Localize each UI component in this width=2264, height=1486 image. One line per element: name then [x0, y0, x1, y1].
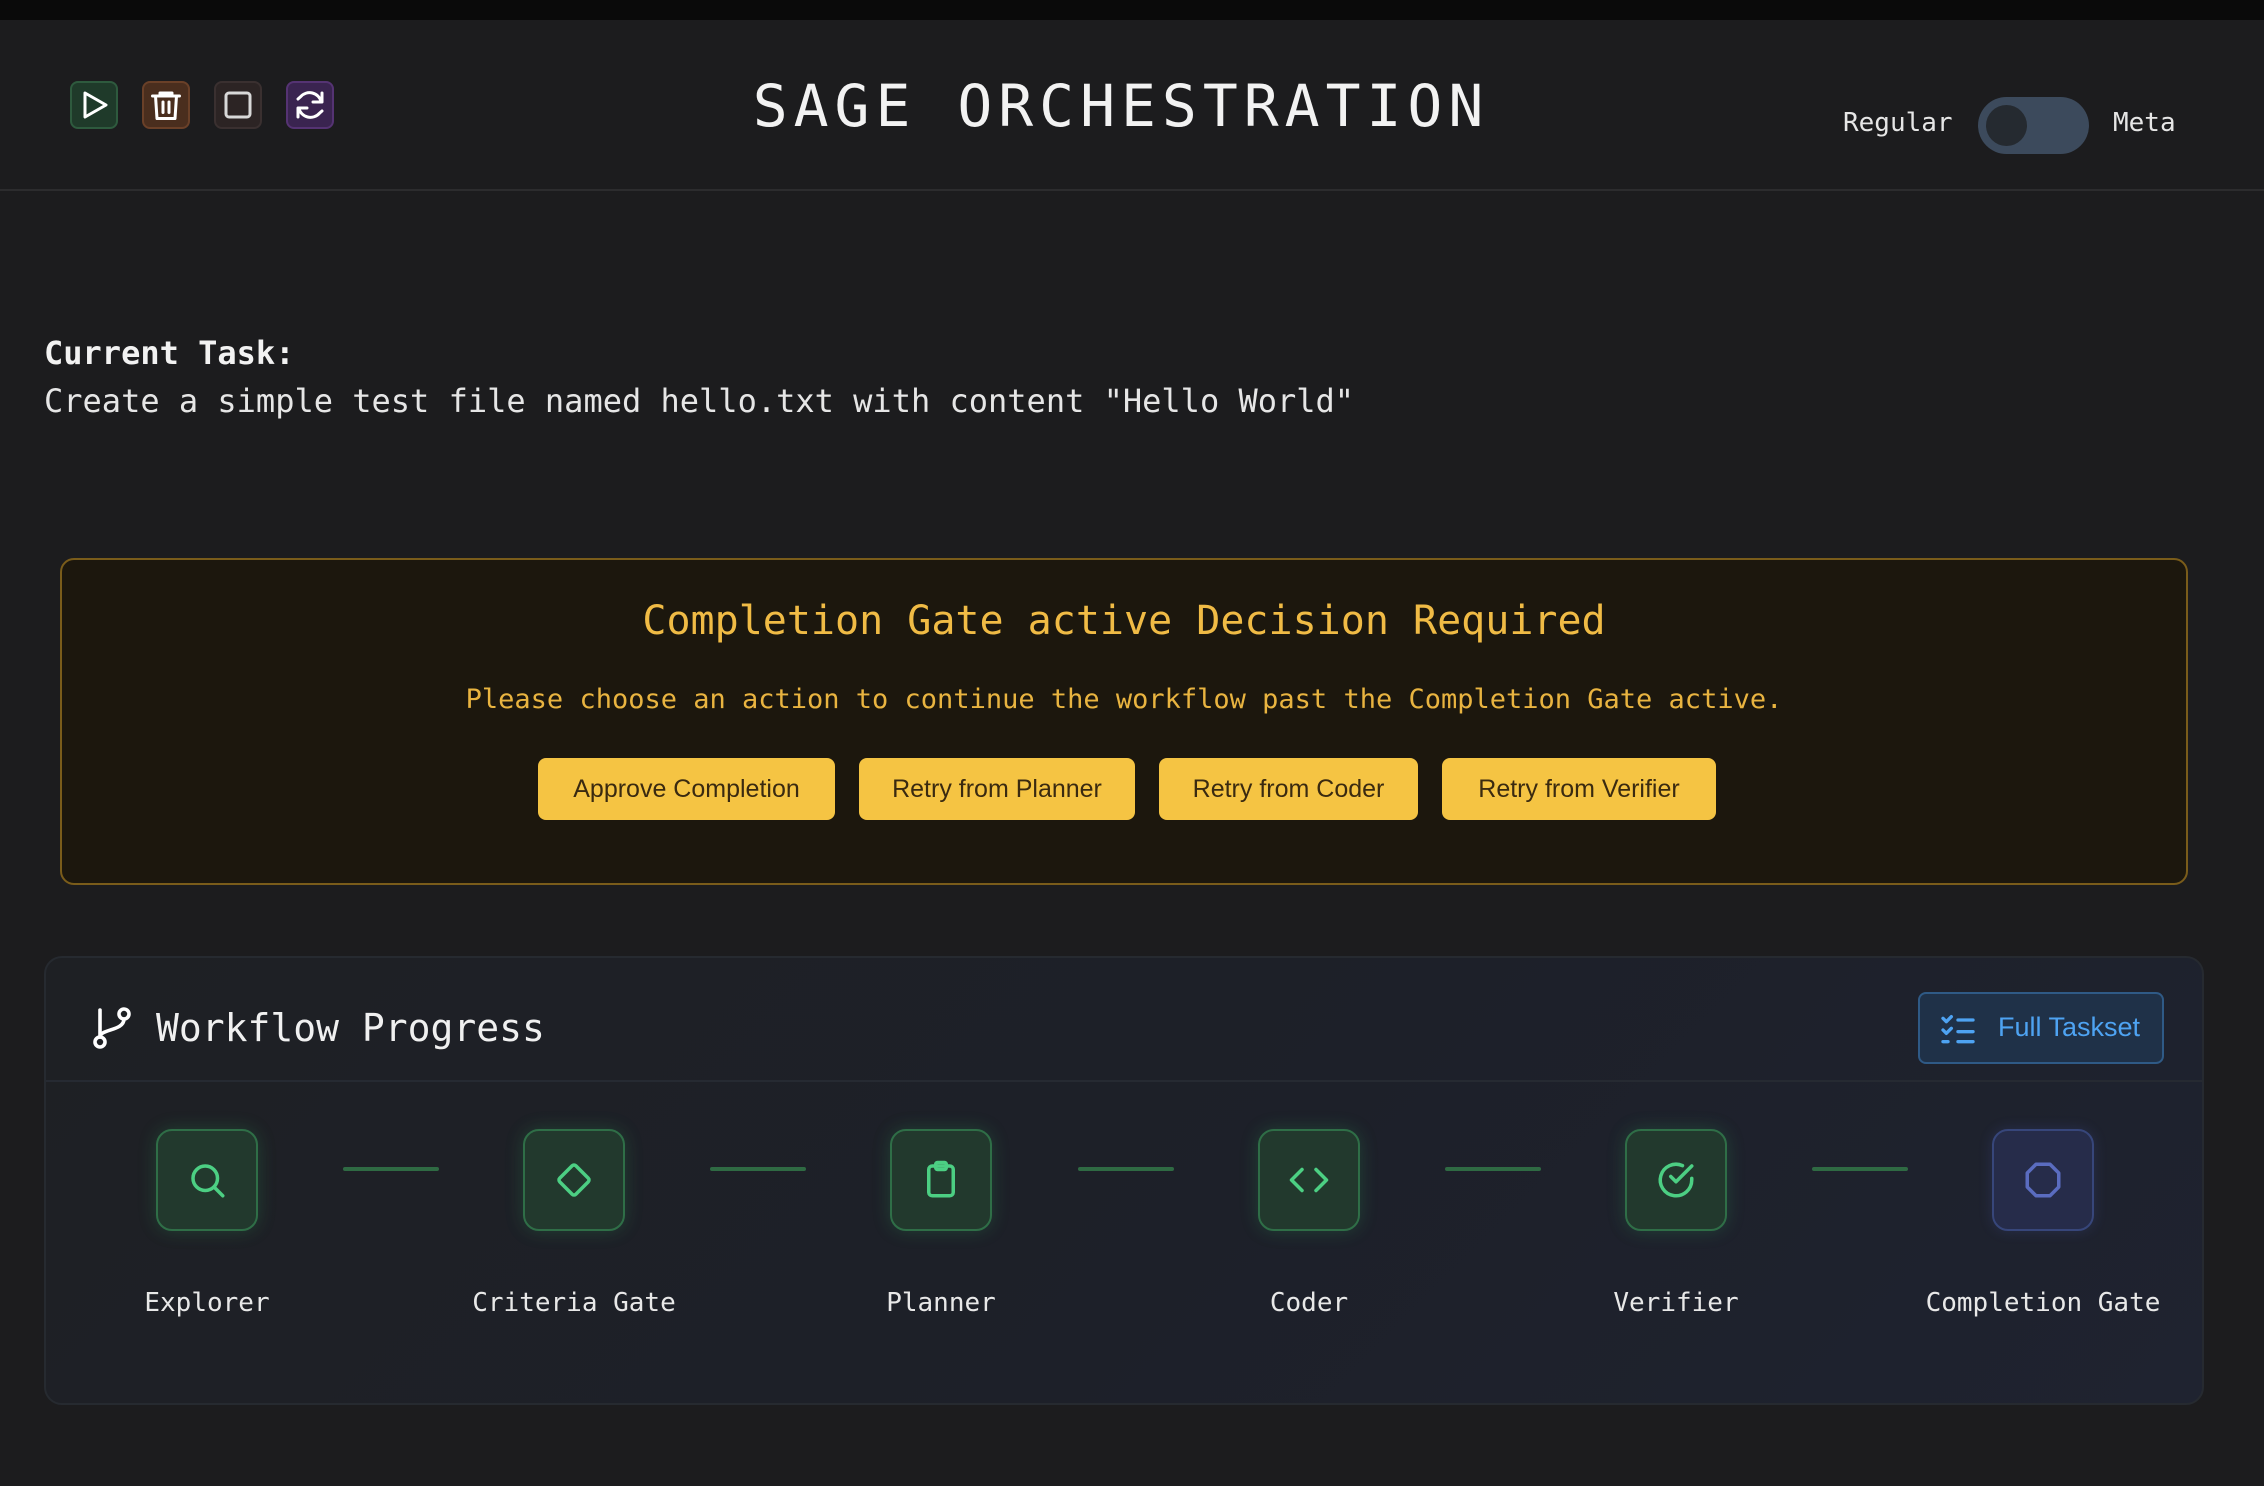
step-connector	[1445, 1167, 1541, 1171]
list-checks-icon	[1941, 1015, 1975, 1044]
trash-icon	[151, 91, 181, 120]
step-connector	[710, 1167, 806, 1171]
play-icon	[83, 91, 108, 119]
step-connector	[1078, 1167, 1174, 1171]
stop-icon	[224, 91, 252, 119]
refresh-button[interactable]	[286, 81, 334, 129]
step-coder[interactable]	[1258, 1129, 1360, 1231]
retry-coder-button[interactable]: Retry from Coder	[1159, 758, 1418, 820]
step-connector	[343, 1167, 439, 1171]
refresh-icon	[296, 91, 324, 119]
git-branch-icon	[93, 1007, 131, 1049]
decision-description: Please choose an action to continue the …	[465, 684, 1783, 715]
step-label-explorer: Explorer	[144, 1288, 270, 1318]
mode-label-meta: Meta	[2113, 108, 2176, 138]
app-title: SAGE ORCHESTRATION	[752, 72, 1490, 140]
current-task-label: Current Task:	[44, 334, 295, 372]
full-taskset-label: Full Taskset	[1998, 1012, 2141, 1042]
workflow-divider	[46, 1080, 2202, 1082]
step-label-criteria-gate: Criteria Gate	[472, 1288, 676, 1318]
workflow-title: Workflow Progress	[156, 1006, 545, 1050]
step-verifier[interactable]	[1625, 1129, 1727, 1231]
code-icon	[1289, 1167, 1329, 1193]
mode-label-regular: Regular	[1843, 108, 1953, 138]
window-top-strip	[0, 0, 2264, 20]
play-button[interactable]	[70, 81, 118, 129]
approve-completion-button[interactable]: Approve Completion	[538, 758, 835, 820]
step-label-verifier: Verifier	[1613, 1288, 1739, 1318]
retry-planner-button[interactable]: Retry from Planner	[859, 758, 1135, 820]
search-icon	[191, 1164, 225, 1198]
step-label-coder: Coder	[1269, 1288, 1349, 1318]
step-criteria-gate[interactable]	[523, 1129, 625, 1231]
full-taskset-button[interactable]: Full Taskset	[1918, 992, 2164, 1064]
step-label-planner: Planner	[886, 1288, 996, 1318]
step-connector	[1812, 1167, 1908, 1171]
octagon-icon	[2025, 1162, 2061, 1198]
delete-button[interactable]	[142, 81, 190, 129]
app-header: SAGE ORCHESTRATION Regular Meta	[0, 20, 2264, 191]
step-completion-gate[interactable]	[1992, 1129, 2094, 1231]
mode-toggle[interactable]	[1978, 97, 2089, 154]
toggle-knob	[1986, 105, 2027, 146]
workflow-panel: Workflow Progress Full Taskset Explorer …	[44, 956, 2204, 1405]
step-planner[interactable]	[890, 1129, 992, 1231]
decision-panel: Completion Gate active Decision Required…	[60, 558, 2188, 885]
decision-title: Completion Gate active Decision Required	[642, 598, 1606, 644]
stop-button[interactable]	[214, 81, 262, 129]
current-task-text: Create a simple test file named hello.tx…	[44, 382, 1355, 420]
retry-verifier-button[interactable]: Retry from Verifier	[1442, 758, 1716, 820]
clipboard-icon	[927, 1160, 955, 1198]
diamond-icon	[557, 1163, 591, 1197]
step-explorer[interactable]	[156, 1129, 258, 1231]
step-label-completion-gate: Completion Gate	[1925, 1288, 2161, 1318]
check-circle-icon	[1658, 1162, 1694, 1198]
